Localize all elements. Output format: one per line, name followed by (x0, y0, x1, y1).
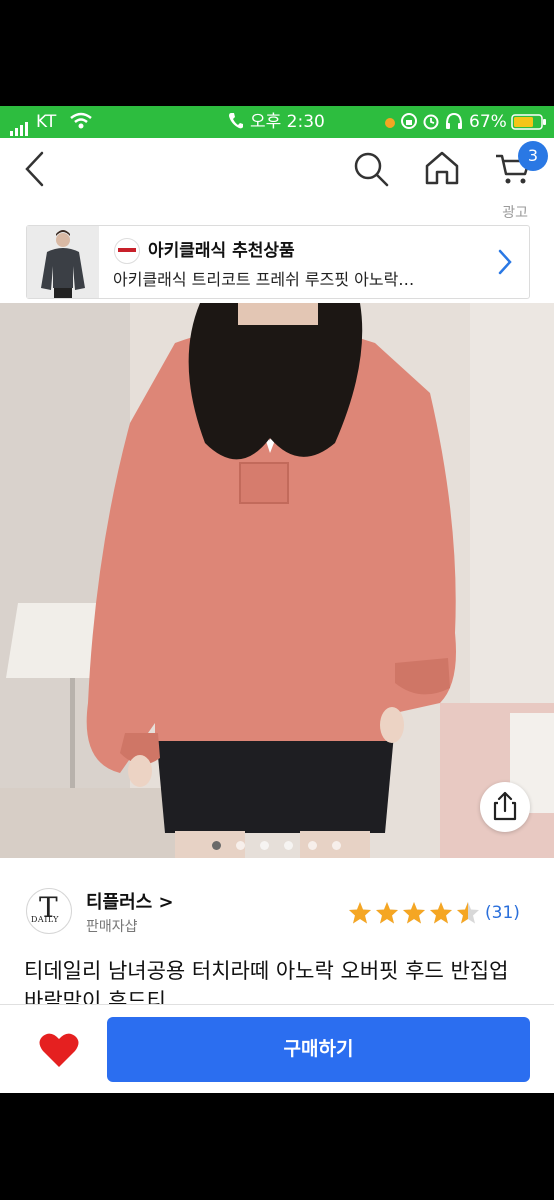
signal-icon (10, 114, 30, 136)
battery-percent: 67% (469, 112, 507, 132)
brand-logo (114, 238, 140, 264)
alarm-icon (422, 112, 440, 136)
back-icon[interactable] (22, 150, 48, 192)
share-button[interactable] (480, 782, 530, 832)
status-bar: KT 오후 2:30 67% (0, 106, 554, 138)
seller-logo-text: DAILY (31, 915, 59, 924)
star-icon (349, 902, 371, 924)
clock-time: 오후 2:30 (250, 112, 325, 132)
battery-icon (511, 113, 547, 137)
seller-role: 판매자샵 (86, 919, 138, 935)
ad-title: 아키클래식 추천상품 (148, 241, 295, 261)
ad-banner[interactable]: 아키클래식 추천상품 아키클래식 트리코트 프레쉬 루즈핏 아노락… (26, 225, 530, 299)
ad-subtitle: 아키클래식 트리코트 프레쉬 루즈핏 아노락… (113, 270, 415, 289)
pagination-dot[interactable] (236, 841, 245, 850)
pagination-dot[interactable] (284, 841, 293, 850)
phone-icon (228, 112, 244, 136)
wifi-icon (70, 112, 92, 136)
ad-product-image[interactable] (27, 226, 99, 298)
star-icon (457, 902, 479, 924)
seller-logo[interactable]: T DAILY (26, 888, 72, 934)
star-icon (430, 902, 452, 924)
star-icon (403, 902, 425, 924)
bottom-action-bar: 구매하기 (0, 1004, 554, 1093)
rating-stars (348, 901, 483, 927)
seller-name-link[interactable]: 티플러스 > (86, 888, 174, 914)
heart-icon[interactable] (38, 1031, 80, 1069)
buy-button[interactable]: 구매하기 (107, 1017, 530, 1082)
pagination-dot[interactable] (332, 841, 341, 850)
pagination-dot[interactable] (260, 841, 269, 850)
rotation-lock-icon (400, 112, 418, 136)
headphones-icon (445, 112, 463, 136)
home-icon[interactable] (424, 150, 460, 190)
star-icon (376, 902, 398, 924)
pagination-dot[interactable] (212, 841, 221, 850)
search-icon[interactable] (352, 150, 390, 192)
carrier-label: KT (36, 112, 57, 132)
product-image[interactable] (0, 303, 554, 858)
ad-label: 광고 (502, 205, 528, 221)
cart-count-badge[interactable]: 3 (518, 141, 548, 171)
review-count[interactable]: (31) (485, 903, 520, 923)
recording-dot-icon (385, 118, 395, 128)
pagination-dot[interactable] (308, 841, 317, 850)
chevron-right-icon[interactable] (497, 248, 513, 280)
app-screen: 3 광고 아키클래식 추천상품 아키클래식 트리코트 프레쉬 루즈핏 아노락… (0, 138, 554, 1093)
